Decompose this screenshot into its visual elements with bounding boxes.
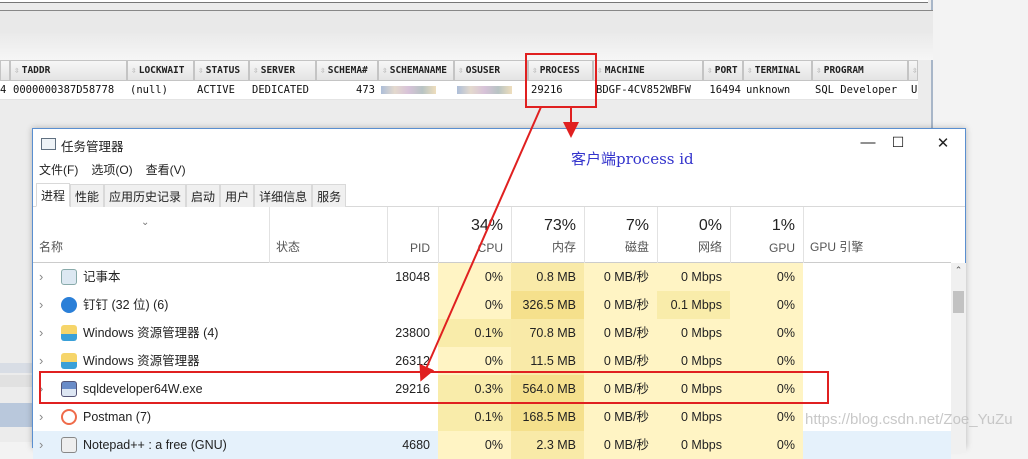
- arrow-to-row: [419, 106, 542, 382]
- annotation-overlay: [39, 53, 829, 404]
- process-column-highlight: [525, 53, 597, 108]
- sqldeveloper-row-highlight: [39, 371, 829, 404]
